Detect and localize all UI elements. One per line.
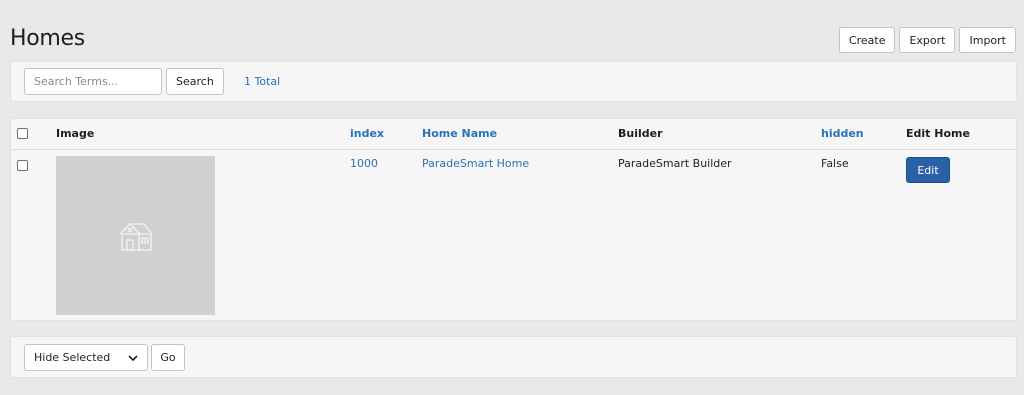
row-hidden: False [821,157,849,170]
chevron-down-icon [128,354,138,361]
edit-button[interactable]: Edit [906,157,950,183]
column-header-builder: Builder [618,127,663,140]
column-header-hidden[interactable]: hidden [821,127,864,140]
page-title: Homes [10,26,85,51]
bulk-action-select[interactable]: Hide Selected [24,344,148,371]
go-button[interactable]: Go [151,344,185,371]
row-checkbox[interactable] [17,160,28,171]
table-header: Image index Home Name Builder hidden Edi… [11,119,1016,150]
import-button[interactable]: Import [959,27,1016,53]
column-header-index[interactable]: index [350,127,384,140]
row-index[interactable]: 1000 [350,157,378,170]
row-home-name[interactable]: ParadeSmart Home [422,157,529,170]
create-button[interactable]: Create [838,27,896,53]
row-builder: ParadeSmart Builder [618,157,732,170]
export-button[interactable]: Export [899,27,956,53]
column-header-image: Image [56,127,95,140]
search-panel: Search 1 Total [10,61,1017,102]
column-header-edit-home: Edit Home [906,127,970,140]
select-all-checkbox[interactable] [17,128,28,139]
homes-table: Image index Home Name Builder hidden Edi… [10,118,1017,321]
total-count: 1 Total [244,75,281,88]
house-placeholder-icon [118,222,153,251]
top-actions: Create Export Import [838,27,1016,53]
bulk-action-selected: Hide Selected [34,351,111,364]
search-input[interactable] [24,68,162,95]
column-header-home-name[interactable]: Home Name [422,127,497,140]
home-image [56,156,215,315]
bulk-actions-panel: Hide Selected Go [10,336,1017,378]
search-button[interactable]: Search [166,68,224,95]
